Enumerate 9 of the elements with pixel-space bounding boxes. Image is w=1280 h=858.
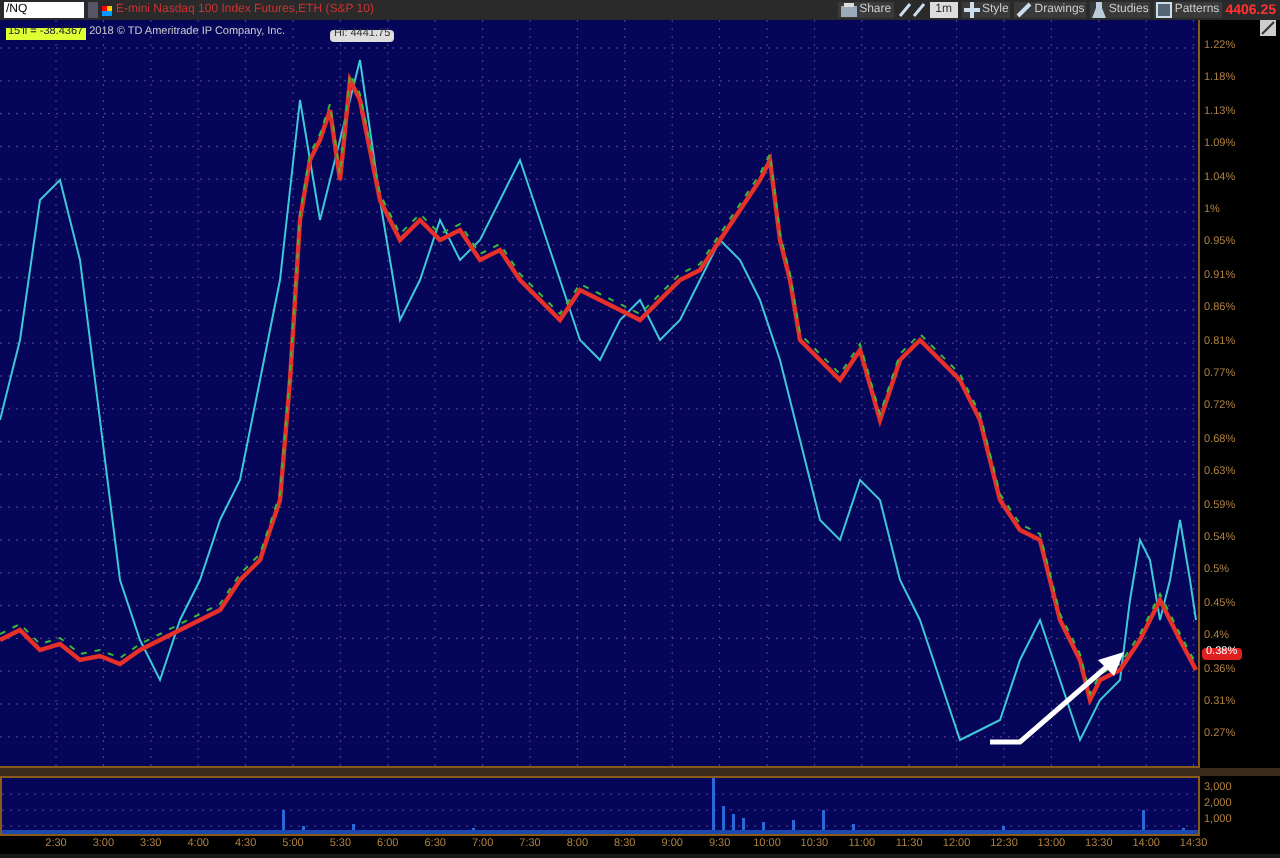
flask-icon [1092, 2, 1107, 18]
chart-icon [1156, 2, 1173, 18]
style-icon [963, 2, 980, 18]
colored-squares-icon [102, 5, 112, 15]
zoom-icon[interactable] [1260, 20, 1276, 36]
arrow-drawing [990, 652, 1124, 745]
share-icon [839, 2, 858, 18]
tools-icon[interactable] [897, 2, 926, 18]
pencil-icon [1016, 2, 1033, 18]
